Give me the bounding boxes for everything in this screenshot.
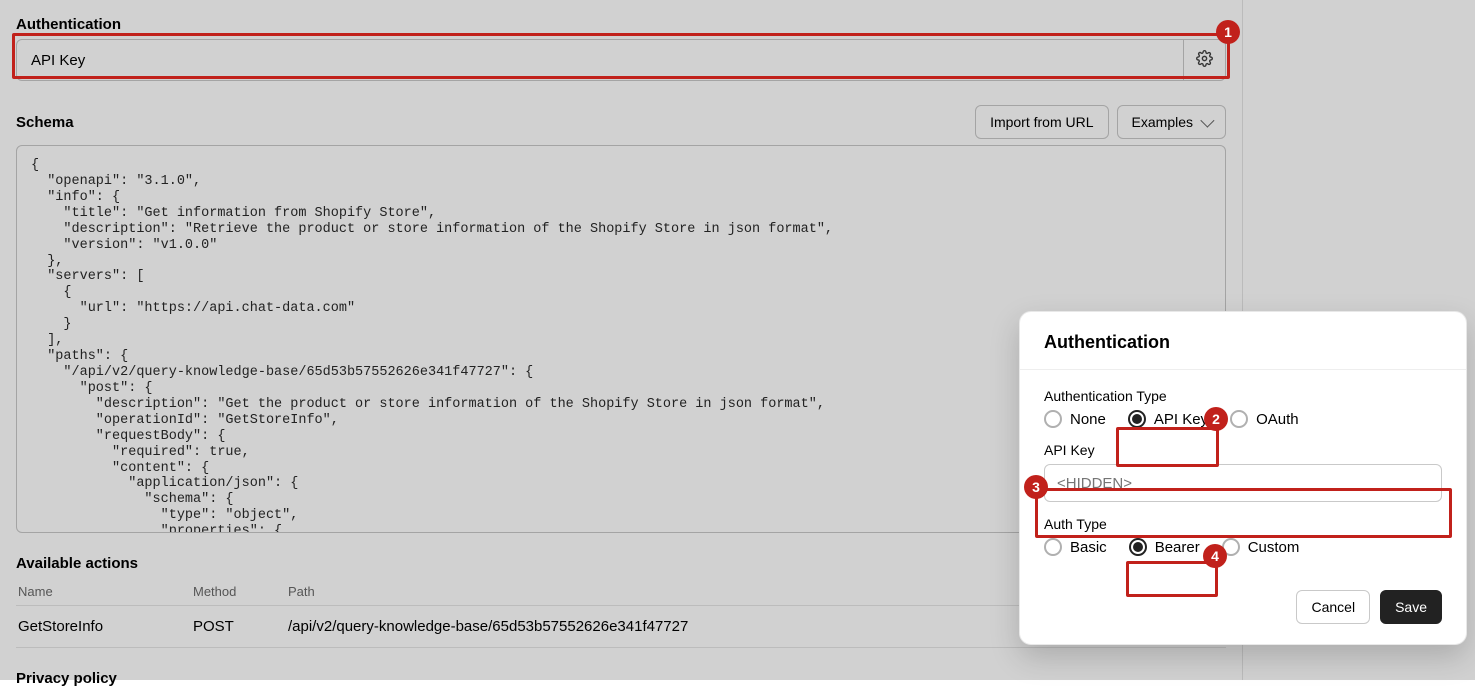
radio-label: Basic — [1070, 539, 1107, 556]
examples-dropdown[interactable]: Examples — [1117, 105, 1226, 139]
privacy-policy-label: Privacy policy — [16, 670, 1226, 687]
radio-custom[interactable]: Custom — [1222, 538, 1300, 556]
action-method: POST — [193, 618, 288, 635]
cancel-button[interactable]: Cancel — [1296, 590, 1370, 624]
radio-icon — [1230, 410, 1248, 428]
action-name: GetStoreInfo — [18, 618, 193, 635]
radio-none[interactable]: None — [1044, 410, 1106, 428]
save-button[interactable]: Save — [1380, 590, 1442, 624]
radio-icon — [1129, 538, 1147, 556]
col-header-name: Name — [18, 584, 193, 599]
import-from-url-button[interactable]: Import from URL — [975, 105, 1108, 139]
radio-oauth[interactable]: OAuth — [1230, 410, 1299, 428]
radio-bearer[interactable]: Bearer — [1129, 538, 1200, 556]
examples-label: Examples — [1132, 114, 1193, 130]
radio-icon — [1128, 410, 1146, 428]
api-key-label: API Key — [1044, 442, 1442, 458]
gear-icon — [1196, 50, 1213, 70]
schema-label: Schema — [16, 114, 74, 131]
radio-basic[interactable]: Basic — [1044, 538, 1107, 556]
radio-label: Custom — [1248, 539, 1300, 556]
col-header-method: Method — [193, 584, 288, 599]
auth-subtype-radio-group: Basic Bearer Custom — [1044, 538, 1442, 556]
radio-icon — [1222, 538, 1240, 556]
api-key-input[interactable] — [1044, 464, 1442, 502]
auth-type-radio-group: None API Key OAuth — [1044, 410, 1442, 428]
import-from-url-label: Import from URL — [990, 114, 1093, 130]
auth-type-label: Authentication Type — [1044, 388, 1442, 404]
cancel-label: Cancel — [1311, 599, 1355, 615]
radio-api-key[interactable]: API Key — [1128, 410, 1208, 428]
authentication-label: Authentication — [16, 16, 1226, 33]
authentication-field-row: API Key — [16, 39, 1226, 81]
radio-label: OAuth — [1256, 411, 1299, 428]
radio-icon — [1044, 410, 1062, 428]
radio-label: None — [1070, 411, 1106, 428]
authentication-modal: Authentication Authentication Type None … — [1019, 311, 1467, 645]
authentication-value: API Key — [31, 52, 85, 69]
modal-title: Authentication — [1020, 312, 1466, 370]
chevron-down-icon — [1200, 114, 1214, 128]
radio-label: API Key — [1154, 411, 1208, 428]
schema-header: Schema Import from URL Examples — [16, 105, 1226, 139]
auth-subtype-label: Auth Type — [1044, 516, 1442, 532]
save-label: Save — [1395, 599, 1427, 615]
radio-icon — [1044, 538, 1062, 556]
authentication-settings-button[interactable] — [1184, 39, 1226, 81]
radio-label: Bearer — [1155, 539, 1200, 556]
authentication-field[interactable]: API Key — [16, 39, 1184, 81]
